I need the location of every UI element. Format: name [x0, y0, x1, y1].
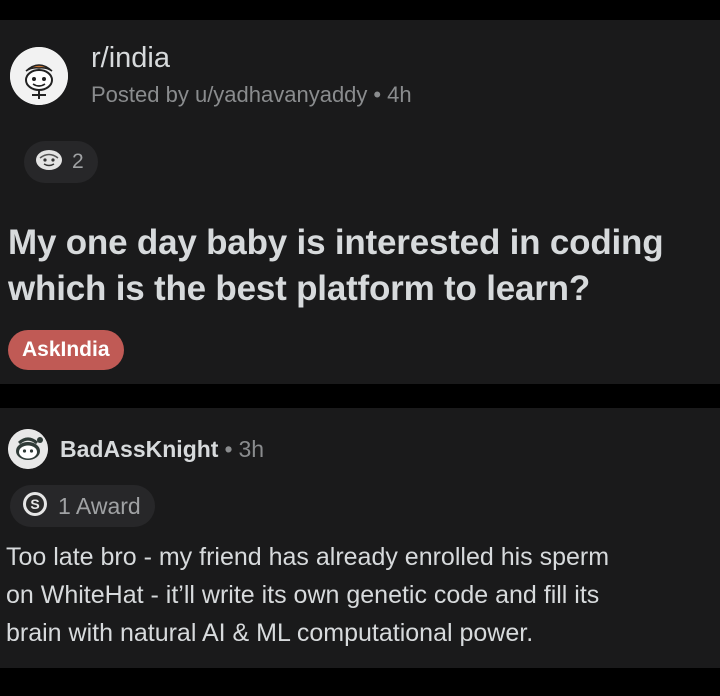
post-awards[interactable]: 2 — [24, 141, 98, 183]
comment-author-line: BadAssKnight • 3h — [60, 436, 264, 463]
meta-separator: • — [373, 82, 382, 107]
comment-meta: • 3h — [218, 436, 264, 462]
comment-username[interactable]: BadAssKnight — [60, 436, 218, 462]
comment-awards[interactable]: S 1 Award — [10, 485, 155, 527]
svg-text:S: S — [30, 496, 39, 512]
subreddit-avatar-icon[interactable] — [10, 47, 68, 105]
comment-line: brain with natural AI & ML computational… — [6, 619, 534, 647]
post-meta: Posted by u/yadhavanyaddy • 4h — [91, 82, 412, 108]
post-time: 4h — [387, 82, 412, 107]
comment-line: on WhiteHat - it’ll write its own geneti… — [6, 581, 600, 609]
comment-body: Too late bro - my friend has already enr… — [6, 538, 720, 652]
award-label: 1 Award — [58, 492, 141, 519]
subreddit-name[interactable]: r/india — [91, 42, 170, 75]
user-avatar-icon[interactable] — [8, 429, 48, 469]
post-flair[interactable]: AskIndia — [8, 330, 124, 370]
silver-award-icon — [34, 148, 64, 177]
comment-line: Too late bro - my friend has already enr… — [6, 543, 610, 571]
comment-time: 3h — [238, 436, 265, 462]
post-title[interactable]: My one day baby is interested in coding … — [8, 220, 708, 312]
award-count: 2 — [72, 150, 84, 173]
meta-separator: • — [224, 436, 233, 462]
post-card[interactable]: r/india Posted by u/yadhavanyaddy • 4h 2 M… — [0, 20, 720, 384]
award-s-icon: S — [22, 491, 48, 522]
posted-by[interactable]: Posted by u/yadhavanyaddy — [91, 82, 367, 107]
comment-card: BadAssKnight • 3h S 1 Award Too late bro -… — [0, 408, 720, 668]
